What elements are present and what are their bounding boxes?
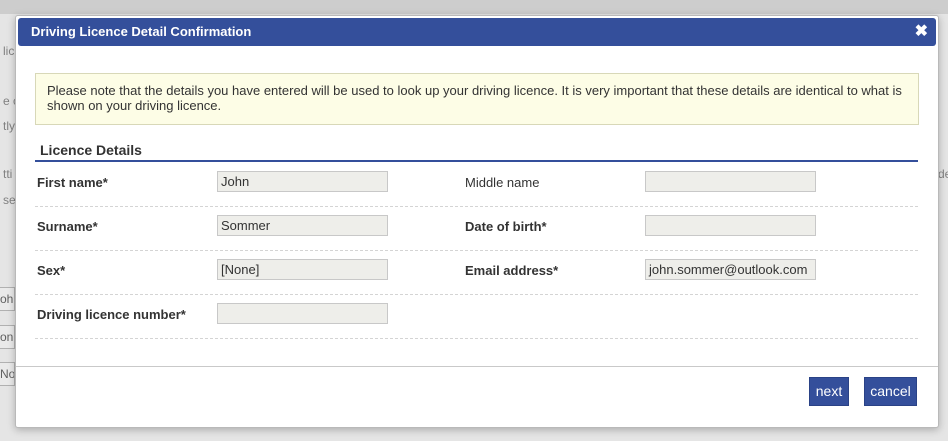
close-icon[interactable]: ✖ [915, 21, 928, 41]
sex-select[interactable]: [None] [217, 259, 388, 280]
form-row: Sex* [None] Email address* john.sommer@o… [35, 250, 918, 295]
form-row: Driving licence number* [35, 294, 918, 339]
first-name-field[interactable]: John [217, 171, 388, 192]
notice-text: Please note that the details you have en… [47, 83, 902, 113]
surname-label: Surname* [37, 219, 98, 234]
notice-box: Please note that the details you have en… [35, 73, 919, 125]
first-name-label: First name* [37, 175, 108, 190]
dialog-title: Driving Licence Detail Confirmation [31, 24, 252, 39]
date-of-birth-label: Date of birth* [465, 219, 547, 234]
licence-number-label: Driving licence number* [37, 307, 186, 322]
middle-name-label: Middle name [465, 175, 540, 190]
cancel-button[interactable]: cancel [864, 377, 917, 406]
sex-label: Sex* [37, 263, 66, 278]
licence-confirmation-dialog: Driving Licence Detail Confirmation ✖ Pl… [15, 15, 939, 428]
form-row: Surname* Sommer Date of birth* [35, 206, 918, 251]
licence-number-field[interactable] [217, 303, 388, 324]
middle-name-field[interactable] [645, 171, 816, 192]
footer-divider [16, 366, 938, 367]
date-of-birth-field[interactable] [645, 215, 816, 236]
email-field[interactable]: john.sommer@outlook.com [645, 259, 816, 280]
surname-field[interactable]: Sommer [217, 215, 388, 236]
dialog-titlebar: Driving Licence Detail Confirmation ✖ [18, 18, 936, 46]
email-label: Email address* [465, 263, 559, 278]
next-button[interactable]: next [809, 377, 849, 406]
section-title: Licence Details [40, 142, 142, 158]
form-row: First name* John Middle name [35, 162, 918, 207]
